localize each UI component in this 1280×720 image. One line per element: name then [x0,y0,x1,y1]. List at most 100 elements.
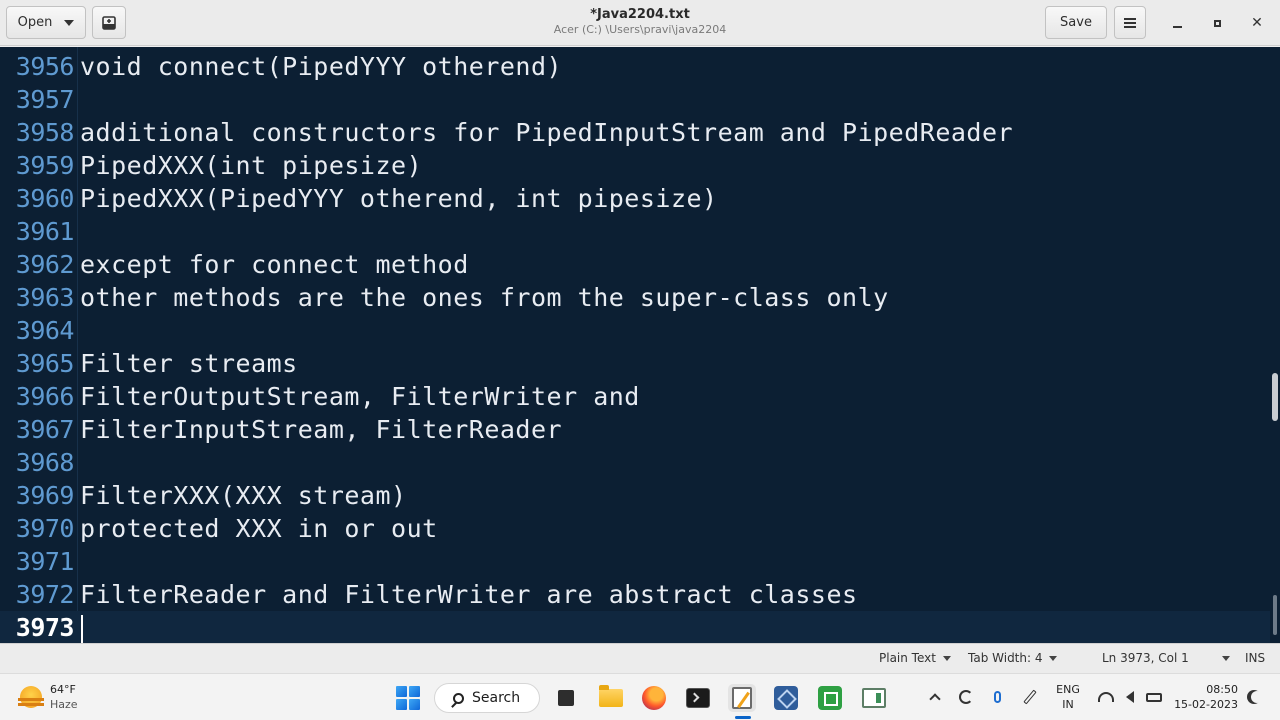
line-number: 3964 [15,316,75,345]
open-button-label: Open [17,15,53,30]
new-document-icon [102,15,116,30]
cursor-position-selector[interactable]: Ln 3973, Col 1 [1102,651,1230,665]
chevron-down-icon [942,655,951,661]
language-selector[interactable]: Plain Text [879,651,951,665]
editor-line[interactable]: 3960 PipedXXX(PipedYYY otherend, int pipe… [0,182,1270,215]
insert-mode-label: INS [1245,651,1266,665]
line-text[interactable]: FilterXXX(XXX stream) [76,481,407,510]
text-cursor [81,614,83,643]
line-number: 3970 [15,514,75,543]
open-button[interactable]: Open [6,6,86,39]
line-number: 3958 [15,118,75,147]
folder-icon [599,685,623,707]
editor-line[interactable]: 3969 FilterXXX(XXX stream) [0,479,1270,512]
moon-icon [1251,691,1263,703]
editor-line[interactable]: 3972 FilterReader and FilterWriter are ab… [0,578,1270,611]
chevron-down-icon [1221,655,1230,661]
terminal-button[interactable] [684,684,712,712]
line-number: 3962 [15,250,75,279]
editor-line[interactable]: 3964 [0,314,1270,347]
save-button[interactable]: Save [1045,6,1107,39]
header-bar: Open *Java2204.txt Acer (C:) \Users\prav… [0,0,1280,46]
line-number: 3973 [15,613,75,642]
show-hidden-icons-button[interactable] [924,686,946,708]
line-text[interactable]: other methods are the ones from the supe… [76,283,889,312]
system-clock[interactable]: 08:50 15-02-2023 [1174,682,1238,712]
document-title: *Java2204.txt [590,7,690,22]
insert-mode-indicator[interactable]: INS [1245,651,1265,665]
pen-icon [1023,689,1037,705]
weather-widget[interactable]: 64°F Haze [18,682,78,712]
editor-line[interactable]: 3957 [0,83,1270,116]
editor-line[interactable]: 3961 [0,215,1270,248]
battery-button[interactable] [1143,686,1165,708]
scrollbar-thumb[interactable] [1272,373,1278,421]
blue-app-button[interactable] [772,684,800,712]
focus-assist-button[interactable] [1244,686,1266,708]
editor-line[interactable]: 3956 void connect(PipedYYY otherend) [0,50,1270,83]
text-editor-app-button[interactable] [728,684,756,712]
haze-weather-icon [18,686,44,708]
maximize-icon [1213,19,1221,27]
task-view-icon [558,690,574,706]
editor-line[interactable]: 3962 except for connect method [0,248,1270,281]
line-text[interactable]: FilterInputStream, FilterReader [76,415,562,444]
line-number: 3963 [15,283,75,312]
line-text[interactable]: additional constructors for PipedInputSt… [76,118,1013,147]
taskbar-search[interactable]: Search [434,683,540,713]
new-document-button[interactable] [92,6,126,39]
editor-line[interactable]: 3970 protected XXX in or out [0,512,1270,545]
start-button[interactable] [394,684,422,712]
file-explorer-button[interactable] [597,684,625,712]
line-text[interactable]: FilterReader and FilterWriter are abstra… [76,580,858,609]
line-number: 3966 [15,382,75,411]
line-text[interactable]: Filter streams [76,349,298,378]
editor-line[interactable]: 3959 PipedXXX(int pipesize) [0,149,1270,182]
line-text[interactable]: except for connect method [76,250,469,279]
editor-line[interactable]: 3966 FilterOutputStream, FilterWriter and [0,380,1270,413]
chevron-up-icon [929,693,941,705]
line-number: 3969 [15,481,75,510]
line-text[interactable]: FilterOutputStream, FilterWriter and [76,382,640,411]
text-editor[interactable]: 3956 void connect(PipedYYY otherend) 3957… [0,47,1280,643]
pen-button[interactable] [1019,686,1041,708]
window-title-block: *Java2204.txt Acer (C:) \Users\pravi\jav… [440,7,840,36]
input-language-indicator[interactable]: ENG IN [1054,682,1082,712]
minimize-button[interactable] [1162,8,1192,38]
line-text[interactable] [76,613,83,643]
editor-line[interactable]: 3968 [0,446,1270,479]
line-number: 3956 [15,52,75,81]
sync-button[interactable] [955,686,977,708]
green-app-button[interactable] [816,684,844,712]
editor-line-current[interactable]: 3973 [0,611,1270,643]
editor-line[interactable]: 3965 Filter streams [0,347,1270,380]
line-text[interactable]: PipedXXX(PipedYYY otherend, int pipesize… [76,184,718,213]
windows-logo-icon [396,686,420,710]
microphone-button[interactable] [986,686,1008,708]
chevron-down-icon [1049,655,1058,661]
close-button[interactable]: ✕ [1242,8,1272,38]
line-number: 3972 [15,580,75,609]
vertical-scrollbar[interactable] [1270,47,1280,643]
editor-line[interactable]: 3971 [0,545,1270,578]
task-view-button[interactable] [552,684,580,712]
network-button[interactable] [1095,686,1117,708]
line-number: 3957 [15,85,75,114]
editor-line[interactable]: 3967 FilterInputStream, FilterReader [0,413,1270,446]
search-label: Search [472,690,521,706]
line-text[interactable]: void connect(PipedYYY otherend) [76,52,562,81]
tab-width-selector[interactable]: Tab Width: 4 [968,651,1058,665]
line-text[interactable]: PipedXXX(int pipesize) [76,151,422,180]
line-number: 3971 [15,547,75,576]
minimize-icon [1172,26,1182,28]
presentation-app-button[interactable] [860,684,888,712]
status-bar: Plain Text Tab Width: 4 Ln 3973, Col 1 I… [0,643,1280,673]
firefox-button[interactable] [640,684,668,712]
line-text[interactable]: protected XXX in or out [76,514,438,543]
weather-text: 64°F Haze [50,682,78,712]
main-menu-button[interactable] [1114,6,1146,39]
maximize-button[interactable] [1202,8,1232,38]
editor-line[interactable]: 3963 other methods are the ones from the … [0,281,1270,314]
editor-line[interactable]: 3958 additional constructors for PipedInp… [0,116,1270,149]
volume-button[interactable] [1119,686,1141,708]
